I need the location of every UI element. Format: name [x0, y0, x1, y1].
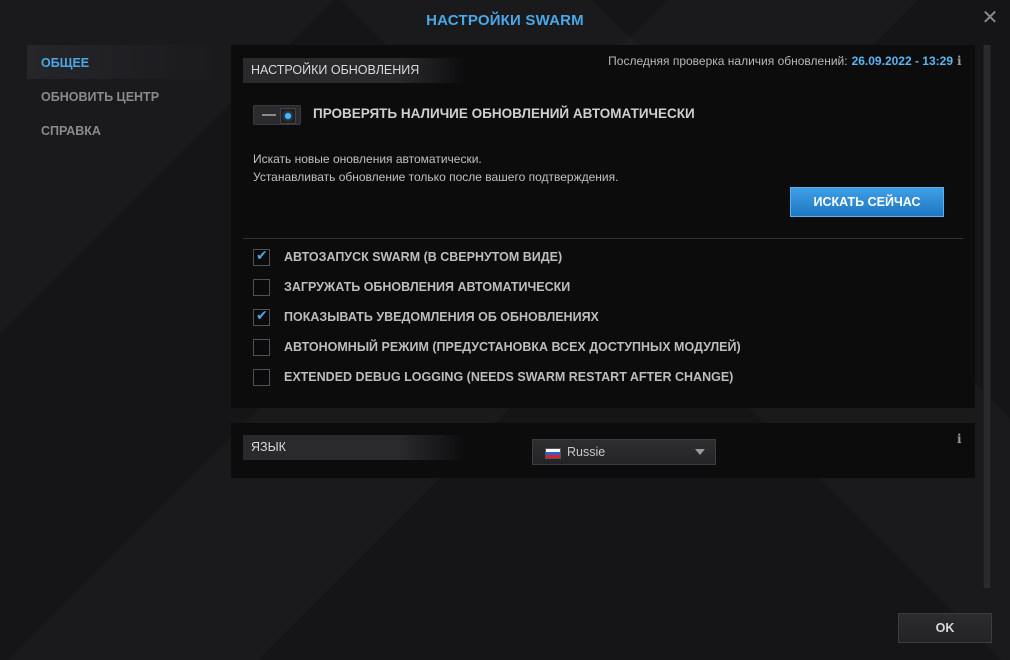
toggle-track	[262, 114, 276, 116]
info-icon[interactable]: i	[957, 433, 965, 445]
checkmark-icon: ✔	[256, 248, 268, 264]
ok-button[interactable]: OK	[898, 613, 992, 643]
scrollbar[interactable]	[983, 45, 991, 588]
checkbox[interactable]	[253, 339, 270, 356]
option-label: ЗАГРУЖАТЬ ОБНОВЛЕНИЯ АВТОМАТИЧЕСКИ	[284, 280, 571, 294]
option-label: АВТОЗАПУСК SWARM (В СВЕРНУТОМ ВИДЕ)	[284, 250, 563, 264]
window-title: НАСТРОЙКИ SWARM	[426, 12, 584, 29]
auto-check-toggle[interactable]	[253, 105, 301, 125]
auto-check-label: ПРОВЕРЯТЬ НАЛИЧИЕ ОБНОВЛЕНИЙ АВТОМАТИЧЕС…	[313, 106, 695, 121]
checkbox[interactable]: ✔	[253, 308, 270, 326]
option-label: АВТОНОМНЫЙ РЕЖИМ (ПРЕДУСТАНОВКА ВСЕХ ДОС…	[284, 340, 741, 354]
option-label: ПОКАЗЫВАТЬ УВЕДОМЛЕНИЯ ОБ ОБНОВЛЕНИЯХ	[284, 310, 599, 324]
language-value: Russie	[567, 445, 606, 459]
description-line-1: Искать новые оновления автоматически.	[253, 152, 482, 166]
checkmark-icon: ✔	[256, 308, 268, 324]
sidebar-item-help[interactable]: СПРАВКА	[27, 113, 217, 147]
update-settings-title: НАСТРОЙКИ ОБНОВЛЕНИЯ	[243, 58, 466, 83]
info-icon[interactable]: i	[957, 55, 965, 67]
checkbox[interactable]: ✔	[253, 248, 270, 266]
sidebar: ОБЩЕЕ ОБНОВИТЬ ЦЕНТР СПРАВКА	[27, 45, 217, 147]
chevron-down-icon	[695, 449, 705, 455]
checkbox[interactable]	[253, 279, 270, 296]
close-icon[interactable]: ✕	[980, 8, 1000, 28]
toggle-knob	[280, 108, 296, 124]
last-check-date: 26.09.2022 - 13:29	[851, 54, 953, 68]
option-label: EXTENDED DEBUG LOGGING (NEEDS SWARM REST…	[284, 370, 734, 384]
last-check-label: Последняя проверка наличия обновлений:	[608, 54, 848, 68]
description-line-2: Устанавливать обновление только после ва…	[253, 170, 619, 184]
language-title: ЯЗЫК	[243, 435, 466, 460]
divider	[243, 238, 963, 239]
search-now-button[interactable]: ИСКАТЬ СЕЙЧАС	[790, 187, 944, 217]
language-select[interactable]: Russie	[532, 439, 716, 465]
sidebar-item-update-center[interactable]: ОБНОВИТЬ ЦЕНТР	[27, 79, 217, 113]
russia-flag-icon	[545, 448, 561, 459]
language-panel: ЯЗЫК Russie i	[231, 423, 975, 478]
scrollbar-thumb[interactable]	[984, 45, 990, 588]
update-settings-panel: НАСТРОЙКИ ОБНОВЛЕНИЯ Последняя проверка …	[231, 45, 975, 408]
checkbox[interactable]	[253, 369, 270, 386]
last-check-info: Последняя проверка наличия обновлений: 26…	[608, 54, 953, 68]
sidebar-item-general[interactable]: ОБЩЕЕ	[27, 45, 217, 79]
